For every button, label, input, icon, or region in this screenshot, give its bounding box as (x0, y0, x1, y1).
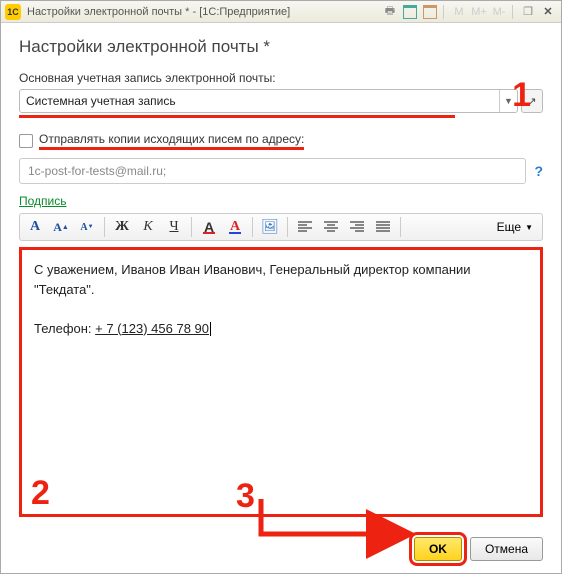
close-window-button[interactable]: ✕ (539, 4, 557, 20)
app-logo-icon: 1С (5, 4, 21, 20)
send-copies-label: Отправлять копии исходящих писем по адре… (39, 132, 304, 150)
chevron-down-icon: ▼ (525, 223, 533, 232)
memory-mminus-button[interactable]: M- (490, 4, 508, 20)
signature-editor[interactable]: С уважением, Иванов Иван Иванович, Генер… (19, 247, 543, 517)
ok-button[interactable]: OK (414, 537, 462, 561)
calendar2-icon[interactable] (421, 4, 439, 20)
cc-email-input[interactable] (19, 158, 526, 184)
insert-image-button[interactable]: 🖼 (257, 215, 283, 239)
text-cursor (210, 322, 211, 336)
account-combo-value: Системная учетная запись (20, 94, 499, 108)
signature-text-body: С уважением, Иванов Иван Иванович, Генер… (34, 260, 528, 299)
align-right-button[interactable] (344, 215, 370, 239)
phone-value: + 7 (123) 456 78 90 (95, 321, 209, 336)
restore-window-button[interactable]: ❐ (519, 4, 537, 20)
bold-button[interactable]: Ж (109, 215, 135, 239)
titlebar: 1С Настройки электронной почты * - [1С:П… (1, 1, 561, 23)
open-account-button[interactable]: ↗ (521, 89, 543, 113)
window-title: Настройки электронной почты * - [1С:Пред… (27, 6, 379, 18)
memory-mplus-button[interactable]: M+ (470, 4, 488, 20)
content-area: Настройки электронной почты * Основная у… (1, 23, 561, 531)
signature-label[interactable]: Подпись (19, 194, 543, 208)
toolbar-more-button[interactable]: Еще ▼ (490, 215, 540, 239)
open-icon: ↗ (527, 95, 536, 108)
align-left-button[interactable] (292, 215, 318, 239)
account-combo[interactable]: Системная учетная запись ▼ (19, 89, 518, 113)
phone-label: Телефон: (34, 321, 95, 336)
footer-buttons: OK Отмена (414, 537, 543, 561)
calendar-icon[interactable] (401, 4, 419, 20)
text-color-button[interactable]: А (222, 215, 248, 239)
align-center-button[interactable] (318, 215, 344, 239)
send-copies-checkbox[interactable] (19, 134, 33, 148)
memory-m-button[interactable]: M (450, 4, 468, 20)
highlight-button[interactable]: A (196, 215, 222, 239)
account-label: Основная учетная запись электронной почт… (19, 71, 543, 85)
annotation-underline-1 (19, 115, 455, 118)
combo-dropdown-icon[interactable]: ▼ (499, 90, 517, 112)
italic-button[interactable]: К (135, 215, 161, 239)
align-justify-button[interactable] (370, 215, 396, 239)
help-icon[interactable]: ? (534, 163, 543, 179)
window: 1С Настройки электронной почты * - [1С:П… (0, 0, 562, 574)
font-medium-button[interactable]: А▲ (48, 215, 74, 239)
editor-toolbar: А А▲ А▼ Ж К Ч A А (19, 213, 543, 241)
print-icon[interactable]: 🖶 (381, 4, 399, 20)
font-small-button[interactable]: А▼ (74, 215, 100, 239)
font-large-button[interactable]: А (22, 215, 48, 239)
cancel-button[interactable]: Отмена (470, 537, 543, 561)
page-title: Настройки электронной почты * (19, 37, 543, 57)
underline-button[interactable]: Ч (161, 215, 187, 239)
